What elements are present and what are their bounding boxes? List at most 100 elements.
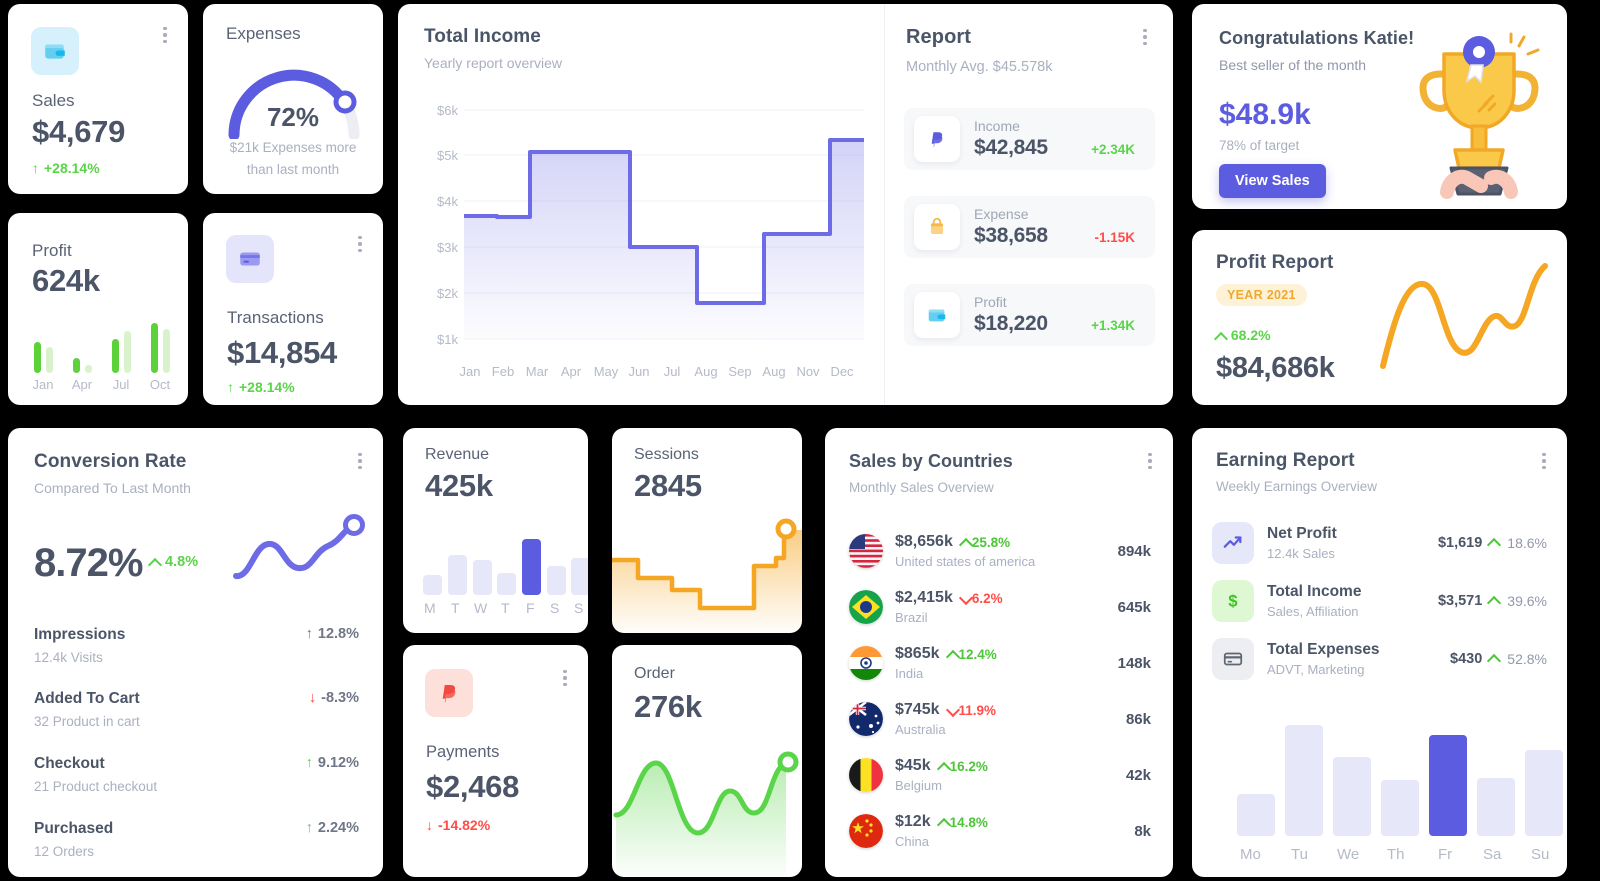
earning-report-subtitle: Weekly Earnings Overview bbox=[1216, 479, 1378, 494]
earning-row-net-profit[interactable]: Net Profit 12.4k Sales $1,619 18.6% bbox=[1212, 518, 1547, 568]
country-row-australia[interactable]: $745k 11.9% Australia 86k bbox=[849, 696, 1151, 742]
usa-total: 894k bbox=[1117, 542, 1151, 560]
country-row-brazil[interactable]: $2,415k 6.2% Brazil 645k bbox=[849, 584, 1151, 630]
revenue-bar-chart bbox=[423, 533, 588, 595]
net-profit-value: $1,619 bbox=[1437, 535, 1483, 551]
transactions-value: $14,854 bbox=[227, 335, 337, 370]
usa-amount: $8,656k bbox=[895, 533, 953, 550]
credit-card-icon bbox=[226, 235, 274, 283]
sales-by-countries-menu-button[interactable] bbox=[1141, 450, 1159, 472]
india-pct: 12.4% bbox=[948, 647, 997, 662]
sales-menu-button[interactable] bbox=[156, 24, 174, 46]
sales-by-countries-title: Sales by Countries bbox=[849, 451, 1013, 471]
transactions-delta: +28.14% bbox=[227, 379, 295, 395]
earning-report-card: Earning Report Weekly Earnings Overview … bbox=[1192, 428, 1567, 877]
impressions-label: Impressions bbox=[34, 626, 126, 643]
view-sales-button[interactable]: View Sales bbox=[1219, 164, 1326, 198]
conversion-rate-delta: 4.8% bbox=[150, 554, 198, 570]
country-row-china[interactable]: $12k 14.8% China 8k bbox=[849, 808, 1151, 854]
total-expenses-sub: ADVT, Marketing bbox=[1267, 662, 1365, 677]
payments-menu-button[interactable] bbox=[556, 667, 574, 689]
bag-icon bbox=[914, 204, 960, 250]
revenue-x-4: F bbox=[526, 600, 535, 616]
sales-by-countries-card: Sales by Countries Monthly Sales Overvie… bbox=[825, 428, 1173, 877]
conversion-rate-value: 8.72% bbox=[34, 541, 143, 585]
transactions-label: Transactions bbox=[227, 308, 324, 327]
transactions-card: Transactions $14,854 +28.14% bbox=[203, 213, 383, 405]
belgium-total: 42k bbox=[1125, 766, 1151, 784]
chevron-up-icon bbox=[939, 761, 950, 772]
revenue-value: 425k bbox=[425, 468, 493, 503]
total-expenses-label: Total Expenses bbox=[1267, 641, 1380, 658]
expenses-note-line2: than last month bbox=[246, 162, 340, 177]
report-profit-delta: +1.34K bbox=[1091, 318, 1135, 333]
australia-total: 86k bbox=[1125, 710, 1151, 728]
expenses-percent: 72% bbox=[266, 102, 320, 132]
flag-belgium bbox=[849, 758, 883, 792]
svg-text:$: $ bbox=[1228, 593, 1237, 611]
conversion-row-impressions: Impressions 12.4k Visits bbox=[34, 626, 125, 665]
total-income-value: $3,571 bbox=[1437, 593, 1483, 609]
earning-report-menu-button[interactable] bbox=[1535, 450, 1553, 472]
expenses-note-line1: $21k Expenses more bbox=[229, 140, 357, 155]
revenue-x-6: S bbox=[574, 600, 584, 616]
income-ytick-6k: $6k bbox=[437, 103, 458, 118]
added-to-cart-sub: 32 Product in cart bbox=[34, 714, 140, 729]
profit-report-value: $84,686k bbox=[1216, 352, 1335, 384]
earning-x-5: Sa bbox=[1483, 846, 1502, 863]
conversion-row-checkout: Checkout 21 Product checkout bbox=[34, 755, 157, 794]
conversion-rate-title: Conversion Rate bbox=[34, 451, 187, 472]
income-ytick-1k: $1k bbox=[437, 332, 458, 347]
brazil-total: 645k bbox=[1117, 598, 1151, 616]
total-income-subtitle: Yearly report overview bbox=[424, 55, 562, 71]
revenue-x-1: T bbox=[451, 600, 460, 616]
income-ytick-3k: $3k bbox=[437, 240, 458, 255]
revenue-x-2: W bbox=[474, 600, 488, 616]
sales-card: Sales $4,679 +28.14% bbox=[8, 4, 188, 194]
earning-x-4: Fr bbox=[1438, 846, 1453, 863]
chevron-up-icon bbox=[1489, 592, 1500, 610]
country-row-belgium[interactable]: $45k 16.2% Belgium 42k bbox=[849, 752, 1151, 798]
revenue-card: Revenue 425k M T W T F S S bbox=[403, 428, 588, 633]
revenue-x-5: S bbox=[550, 600, 560, 616]
report-row-expense[interactable]: Expense $38,658 -1.15K bbox=[904, 196, 1155, 258]
earning-x-3: Th bbox=[1387, 846, 1405, 863]
china-pct: 14.8% bbox=[939, 815, 988, 830]
country-row-usa[interactable]: $8,656k 25.8% United states of america 8… bbox=[849, 528, 1151, 574]
sessions-label: Sessions bbox=[634, 446, 699, 463]
sessions-value: 2845 bbox=[634, 468, 702, 503]
report-menu-button[interactable] bbox=[1136, 26, 1154, 48]
income-ytick-2k: $2k bbox=[437, 286, 458, 301]
payments-delta: -14.82% bbox=[426, 817, 490, 833]
purchased-label: Purchased bbox=[34, 820, 114, 837]
profit-card: Profit 624k Jan Apr Jul Oct bbox=[8, 213, 188, 405]
flag-india bbox=[849, 646, 883, 680]
expenses-title: Expenses bbox=[226, 24, 301, 43]
flag-china bbox=[849, 814, 883, 848]
congrats-amount: $48.9k bbox=[1219, 98, 1311, 131]
earning-row-total-income[interactable]: $ Total Income Sales, Affiliation $3,571… bbox=[1212, 576, 1547, 626]
report-row-income[interactable]: Income $42,845 +2.34K bbox=[904, 108, 1155, 170]
brazil-pct: 6.2% bbox=[961, 591, 1003, 606]
india-amount: $865k bbox=[895, 645, 940, 662]
report-expense-label: Expense bbox=[974, 206, 1029, 222]
purchased-sub: 12 Orders bbox=[34, 844, 95, 859]
chevron-up-icon bbox=[1216, 331, 1227, 342]
added-to-cart-pct: -8.3% bbox=[309, 690, 359, 706]
order-label: Order bbox=[634, 665, 675, 682]
earning-x-6: Su bbox=[1531, 846, 1550, 863]
dollar-icon: $ bbox=[1212, 580, 1254, 622]
conversion-rate-card: Conversion Rate Compared To Last Month 8… bbox=[8, 428, 383, 877]
flag-brazil bbox=[849, 590, 883, 624]
country-row-india[interactable]: $865k 12.4% India 148k bbox=[849, 640, 1151, 686]
australia-amount: $745k bbox=[895, 701, 940, 718]
income-ytick-5k: $5k bbox=[437, 148, 458, 163]
transactions-menu-button[interactable] bbox=[351, 233, 369, 255]
chevron-up-icon bbox=[1489, 534, 1500, 552]
card-icon bbox=[1212, 638, 1254, 680]
report-row-profit[interactable]: Profit $18,220 +1.34K bbox=[904, 284, 1155, 346]
checkout-label: Checkout bbox=[34, 755, 105, 772]
congratulations-card: Congratulations Katie! Best seller of th… bbox=[1192, 4, 1567, 209]
conversion-rate-menu-button[interactable] bbox=[351, 450, 369, 472]
earning-row-total-expenses[interactable]: Total Expenses ADVT, Marketing $430 52.8… bbox=[1212, 634, 1547, 684]
